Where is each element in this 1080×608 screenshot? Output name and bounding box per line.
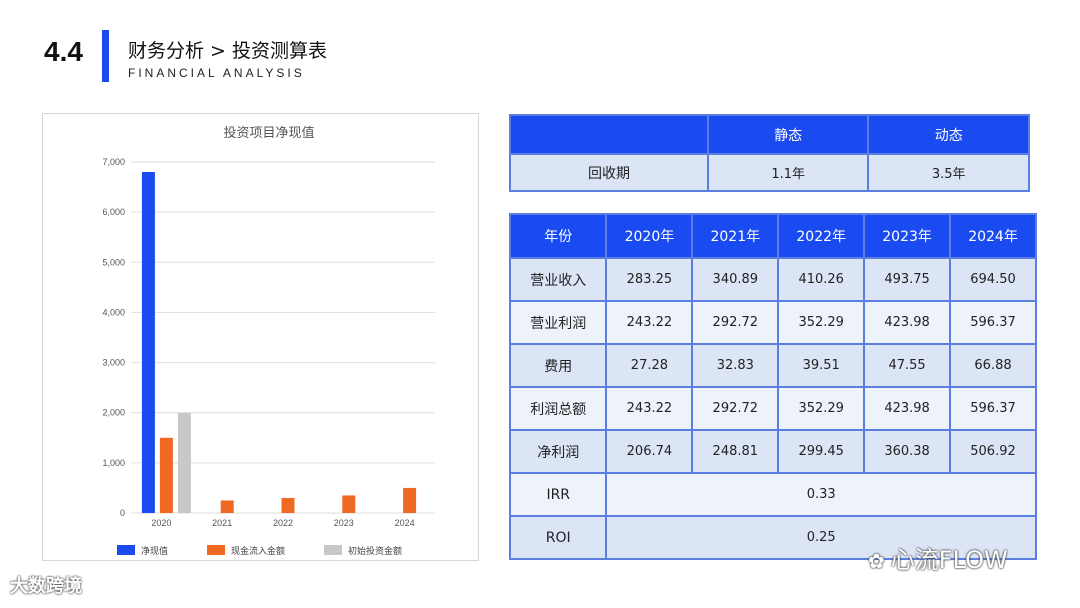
legend-label: 现金流入金额 — [231, 545, 285, 557]
table-cell: 66.88 — [949, 343, 1037, 388]
legend-swatch — [324, 545, 342, 555]
table-cell: 360.38 — [863, 429, 952, 474]
finance-header-2023: 2023年 — [863, 213, 952, 259]
table-cell: 243.22 — [605, 300, 694, 345]
y-tick-label: 6,000 — [102, 207, 125, 217]
table-cell: 423.98 — [863, 300, 952, 345]
y-tick-label: 1,000 — [102, 458, 125, 468]
table-cell: 283.25 — [605, 257, 694, 302]
watermark-left-text: 大数跨境 — [10, 576, 82, 597]
table-cell: 292.72 — [691, 300, 780, 345]
table-cell: 596.37 — [949, 386, 1037, 431]
x-tick-label: 2023 — [334, 518, 354, 528]
row-label: 营业利润 — [508, 300, 608, 345]
watermark-left: 大数跨境 — [10, 572, 82, 598]
table-cell: 299.45 — [777, 429, 866, 474]
y-tick-label: 7,000 — [102, 157, 125, 167]
watermark-right-text: 心流FLOW — [890, 546, 1008, 574]
bar — [177, 412, 191, 513]
finance-header-2020: 2020年 — [605, 213, 694, 259]
row-label: 净利润 — [508, 429, 608, 474]
bar — [141, 172, 155, 513]
table-cell: 292.72 — [691, 386, 780, 431]
wechat-icon: ✿ — [868, 549, 885, 573]
table-row: 费用 27.28 32.83 39.51 47.55 66.88 — [508, 343, 1037, 388]
finance-header-2022: 2022年 — [777, 213, 866, 259]
finance-header-year: 年份 — [508, 213, 608, 259]
table-cell: 243.22 — [605, 386, 694, 431]
finance-header-2024: 2024年 — [949, 213, 1037, 259]
table-row: 利润总额 243.22 292.72 352.29 423.98 596.37 — [508, 386, 1037, 431]
table-cell: 352.29 — [777, 386, 866, 431]
payback-header-dynamic: 动态 — [867, 114, 1030, 155]
y-tick-label: 0 — [120, 508, 125, 518]
table-cell: 27.28 — [605, 343, 694, 388]
x-tick-label: 2020 — [151, 518, 171, 528]
section-number: 4.4 — [44, 36, 83, 67]
table-row: 净利润 206.74 248.81 299.45 360.38 506.92 — [508, 429, 1037, 474]
table-cell: 39.51 — [777, 343, 866, 388]
bar — [220, 500, 234, 513]
roi-label: ROI — [508, 515, 608, 560]
bar — [159, 437, 173, 513]
table-cell: 47.55 — [863, 343, 952, 388]
npv-chart-svg: 投资项目净现值 0 1,000 2,000 3,000 4,000 5,000 6,000 7,… — [102, 125, 435, 557]
accent-bar — [102, 30, 109, 82]
x-tick-label: 2024 — [395, 518, 415, 528]
legend-swatch — [117, 545, 135, 555]
x-tick-label: 2021 — [212, 518, 232, 528]
y-tick-label: 4,000 — [102, 307, 125, 317]
npv-chart: 投资项目净现值 0 1,000 2,000 3,000 4,000 5,000 6,000 7,… — [42, 113, 479, 561]
bar — [281, 497, 295, 513]
y-tick-label: 5,000 — [102, 257, 125, 267]
table-cell: 206.74 — [605, 429, 694, 474]
finance-table: 年份 2020年 2021年 2022年 2023年 2024年 营业收入 28… — [508, 213, 1037, 560]
x-tick-label: 2022 — [273, 518, 293, 528]
payback-static-value: 1.1年 — [706, 153, 870, 192]
table-row: 营业利润 243.22 292.72 352.29 423.98 596.37 — [508, 300, 1037, 345]
table-row: 营业收入 283.25 340.89 410.26 493.75 694.50 — [508, 257, 1037, 302]
legend-label: 初始投资金额 — [348, 545, 402, 557]
payback-header-static: 静态 — [706, 114, 870, 155]
watermark-right: ✿ 心流FLOW — [868, 540, 1008, 575]
table-row: IRR 0.33 — [508, 472, 1037, 517]
table-cell: 694.50 — [949, 257, 1037, 302]
table-cell: 248.81 — [691, 429, 780, 474]
bar — [342, 495, 356, 513]
y-tick-label: 3,000 — [102, 358, 125, 368]
table-cell: 410.26 — [777, 257, 866, 302]
payback-dynamic-value: 3.5年 — [867, 153, 1030, 192]
legend-label: 净现值 — [141, 545, 168, 557]
table-cell: 32.83 — [691, 343, 780, 388]
table-cell: 423.98 — [863, 386, 952, 431]
payback-row-label: 回收期 — [509, 153, 709, 192]
payback-table: 静态 动态 回收期 1.1年 3.5年 — [509, 114, 1030, 192]
y-tick-label: 2,000 — [102, 408, 125, 418]
table-cell: 596.37 — [949, 300, 1037, 345]
row-label: 营业收入 — [508, 257, 608, 302]
finance-header-2021: 2021年 — [691, 213, 780, 259]
legend-swatch — [207, 545, 225, 555]
page-subtitle: FINANCIAL ANALYSIS — [128, 66, 305, 80]
bar — [403, 487, 417, 513]
row-label: 利润总额 — [508, 386, 608, 431]
irr-value: 0.33 — [605, 472, 1037, 517]
payback-header-empty — [509, 114, 709, 155]
row-label: 费用 — [508, 343, 608, 388]
irr-label: IRR — [508, 472, 608, 517]
page-title: 财务分析 > 投资测算表 — [128, 40, 327, 62]
chart-title: 投资项目净现值 — [223, 125, 314, 141]
table-cell: 506.92 — [949, 429, 1037, 474]
table-cell: 493.75 — [863, 257, 952, 302]
table-cell: 340.89 — [691, 257, 780, 302]
table-cell: 352.29 — [777, 300, 866, 345]
